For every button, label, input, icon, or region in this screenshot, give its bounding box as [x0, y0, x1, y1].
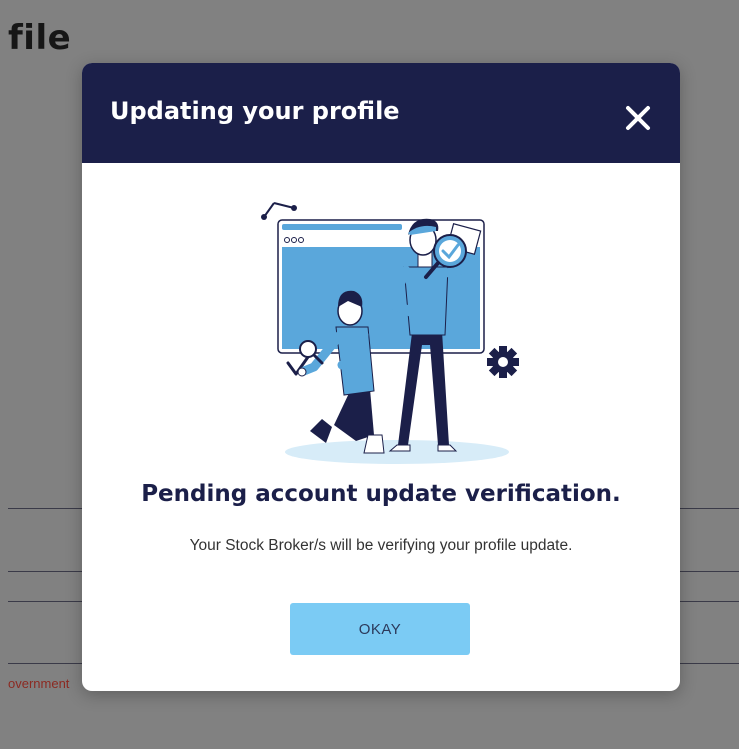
close-icon: [626, 106, 650, 130]
error-text: overnment: [8, 676, 70, 691]
update-profile-modal: Updating your profile Pending account up…: [82, 63, 680, 691]
modal-title: Updating your profile: [110, 97, 400, 125]
modal-header: Updating your profile: [82, 63, 680, 163]
modal-message: Your Stock Broker/s will be verifying yo…: [189, 537, 573, 554]
close-button[interactable]: [620, 100, 656, 136]
okay-button[interactable]: OKAY: [290, 603, 470, 655]
page-title: file: [8, 18, 72, 58]
modal-heading: Pending account update verification.: [141, 481, 621, 507]
verification-illustration: [261, 202, 519, 464]
